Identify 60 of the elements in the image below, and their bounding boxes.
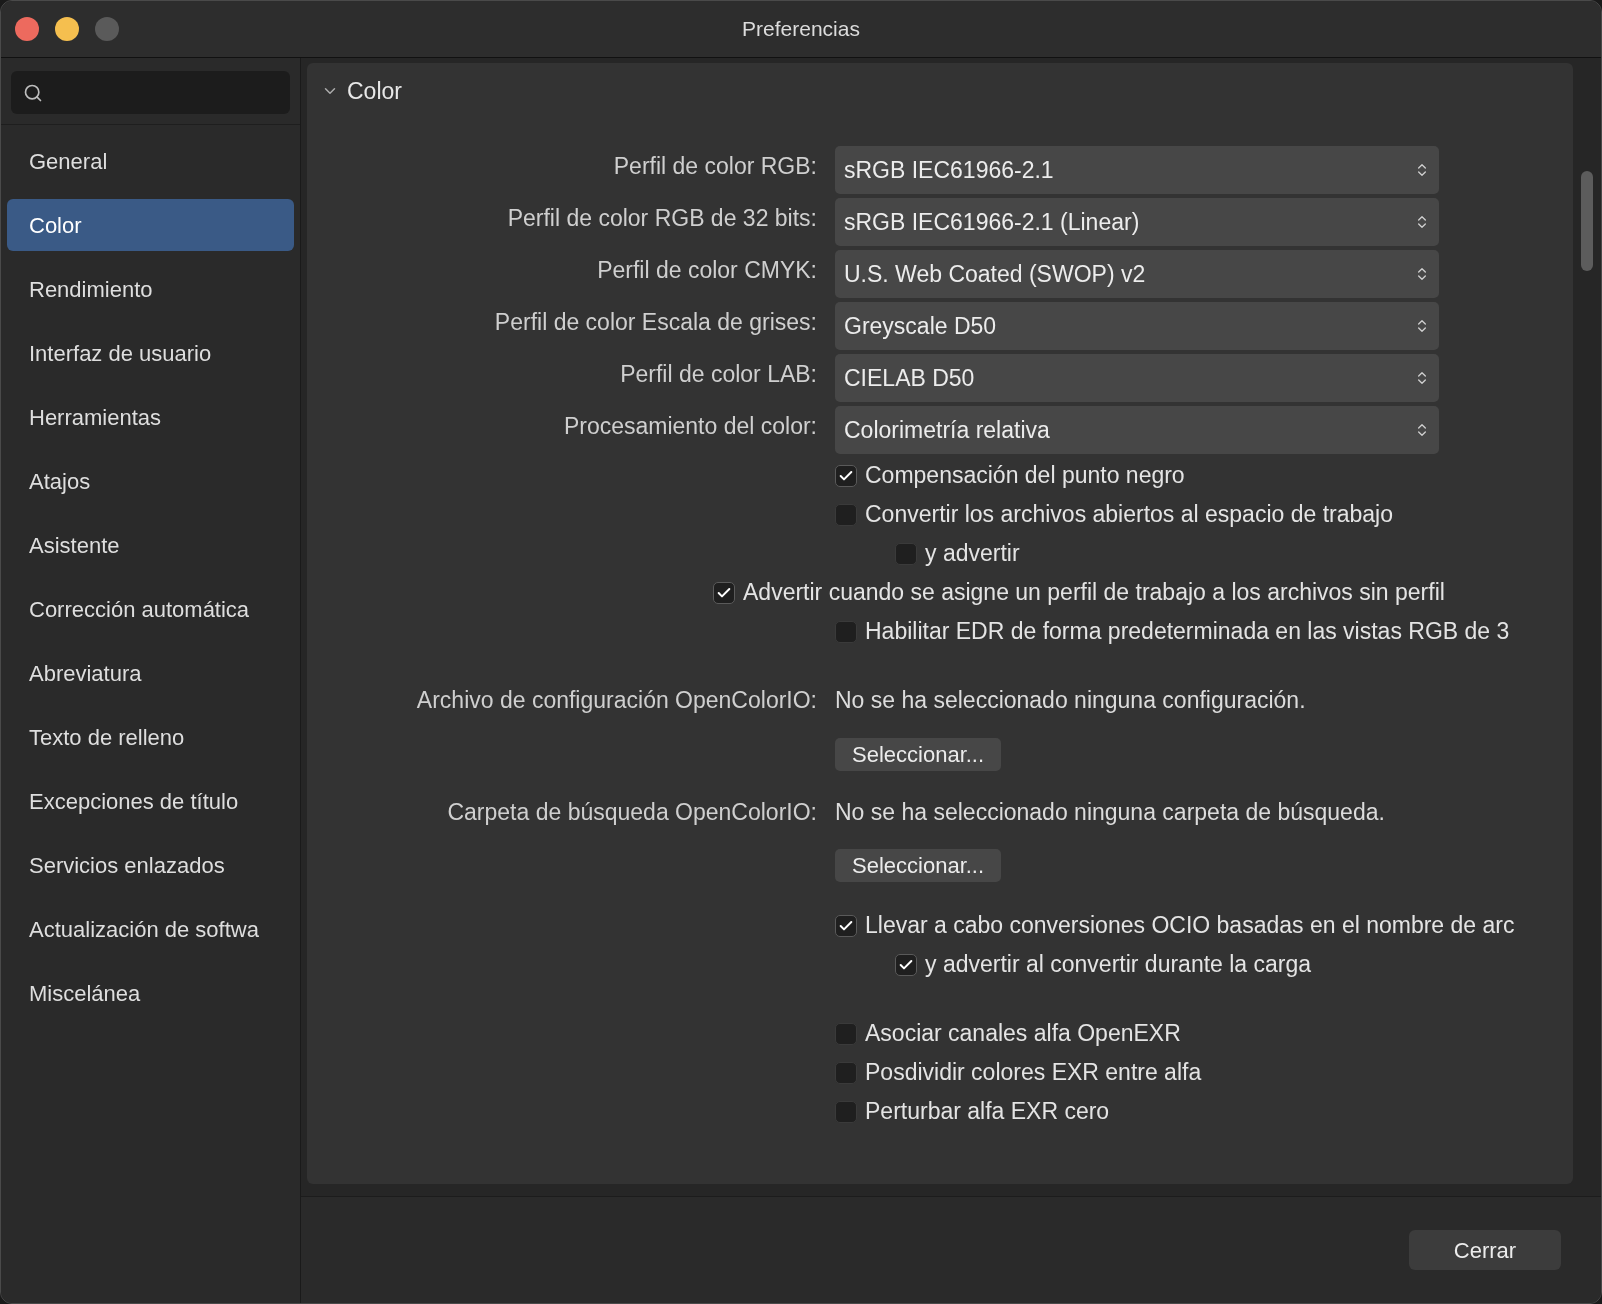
dropdown[interactable]: Greyscale D50 — [835, 302, 1439, 350]
checkbox-label: Habilitar EDR de forma predeterminada en las vistas RGB de 3 — [865, 617, 1510, 647]
field-label: Procesamiento del color: — [562, 411, 817, 441]
checkbox-label: Compensación del punto negro — [865, 461, 1185, 491]
sidebar-item[interactable]: Rendimiento — [7, 263, 294, 315]
sidebar-item[interactable]: Excepciones de título — [7, 775, 294, 827]
sidebar-item[interactable]: Miscelánea — [7, 967, 294, 1019]
sidebar-item[interactable]: Asistente — [7, 519, 294, 571]
sidebar-item[interactable]: General — [7, 135, 294, 187]
sidebar-item[interactable]: Color — [7, 199, 294, 251]
checkbox[interactable] — [835, 1061, 857, 1084]
field-label: Perfil de color CMYK: — [596, 255, 817, 285]
sidebar-item[interactable]: Corrección automática — [7, 583, 294, 635]
minimize-button[interactable] — [55, 17, 79, 41]
sidebar-item[interactable]: Herramientas — [7, 391, 294, 443]
sidebar-item[interactable]: Texto de relleno — [7, 711, 294, 763]
field-label: Perfil de color RGB: — [612, 151, 817, 181]
checkbox[interactable] — [895, 542, 917, 565]
field-label: Perfil de color RGB de 32 bits: — [506, 203, 817, 233]
checkbox-label: Posdividir colores EXR entre alfa — [865, 1058, 1202, 1088]
checkbox[interactable] — [895, 953, 917, 976]
checkbox-label: y advertir al convertir durante la carga — [925, 950, 1312, 980]
sidebar-item[interactable]: Abreviatura — [7, 647, 294, 699]
field-value: No se ha seleccionado ninguna configuración. — [835, 686, 1307, 715]
sidebar-item[interactable]: Interfaz de usuario — [7, 327, 294, 379]
checkbox-label: Perturbar alfa EXR cero — [865, 1097, 1110, 1127]
checkbox-label: Llevar a cabo conversiones OCIO basadas en el nombre de arc — [865, 911, 1515, 941]
checkbox[interactable] — [835, 1100, 857, 1123]
sidebar-item[interactable]: Servicios enlazados — [7, 839, 294, 891]
checkbox-label: y advertir — [925, 539, 1020, 569]
field-value: No se ha seleccionado ninguna carpeta de búsqueda. — [835, 797, 1386, 827]
checkbox[interactable] — [835, 464, 857, 487]
zoom-button[interactable] — [95, 17, 119, 41]
field-label: Archivo de configuración OpenColorIO: — [415, 686, 817, 715]
select-button[interactable]: Seleccionar... — [835, 737, 1002, 771]
close-button[interactable]: Cerrar — [1409, 1230, 1561, 1270]
dropdown[interactable]: CIELAB D50 — [835, 354, 1439, 402]
field-label: Perfil de color LAB: — [619, 359, 817, 389]
window-title: Preferencias — [742, 16, 860, 43]
dropdown[interactable]: U.S. Web Coated (SWOP) v2 — [835, 250, 1439, 298]
checkbox[interactable] — [835, 1022, 857, 1045]
checkbox[interactable] — [835, 620, 857, 643]
dropdown[interactable]: sRGB IEC61966-2.1 (Linear) — [835, 198, 1439, 246]
checkbox-label: Convertir los archivos abiertos al espacio de trabajo — [865, 500, 1393, 530]
close-button[interactable] — [15, 17, 39, 41]
dropdown[interactable]: Colorimetría relativa — [835, 406, 1439, 454]
sidebar-item[interactable]: Atajos — [7, 455, 294, 507]
checkbox[interactable] — [713, 581, 735, 604]
checkbox-label: Advertir cuando se asigne un perfil de trabajo a los archivos sin perfil — [743, 578, 1445, 608]
select-button[interactable]: Seleccionar... — [835, 849, 1002, 882]
field-label: Carpeta de búsqueda OpenColorIO: — [446, 797, 817, 827]
field-label: Perfil de color Escala de grises: — [493, 307, 817, 337]
checkbox-label: Asociar canales alfa OpenEXR — [865, 1019, 1181, 1049]
search-field[interactable] — [11, 71, 290, 114]
section-header[interactable]: Color — [321, 63, 410, 119]
sidebar-item[interactable]: Actualización de softwa — [7, 903, 294, 955]
checkbox[interactable] — [835, 914, 857, 937]
search-icon — [23, 82, 43, 103]
dropdown[interactable]: sRGB IEC61966-2.1 — [835, 146, 1439, 194]
checkbox[interactable] — [835, 503, 857, 526]
